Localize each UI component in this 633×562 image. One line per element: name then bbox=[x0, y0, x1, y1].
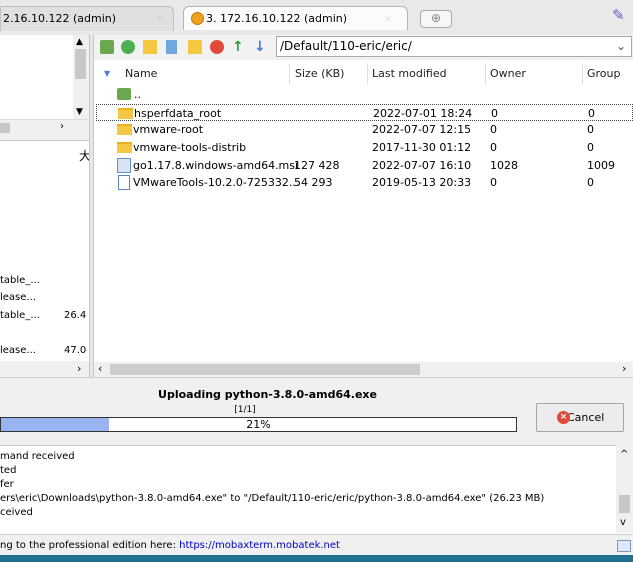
tab-close-icon[interactable]: × bbox=[384, 7, 393, 31]
scroll-thumb[interactable] bbox=[110, 364, 420, 375]
left-vertical-scrollbar[interactable]: ▲ ▼ bbox=[73, 35, 88, 119]
upload-count: [1/1] bbox=[234, 405, 256, 415]
plus-icon: ⊕ bbox=[430, 11, 442, 25]
tab-session-3[interactable]: 3. 172.16.10.122 (admin) × bbox=[183, 6, 408, 30]
progress-percent: 21% bbox=[246, 418, 271, 431]
cancel-icon: × bbox=[557, 411, 570, 424]
download-icon[interactable]: ↓ bbox=[254, 40, 268, 54]
paperclip-icon[interactable]: ✎ bbox=[612, 6, 625, 24]
log-line: ers\eric\Downloads\python-3.8.0-amd64.ex… bbox=[0, 493, 545, 504]
window-bottom-border bbox=[0, 555, 633, 562]
file-list-horizontal-scrollbar[interactable]: ‹ › bbox=[94, 362, 633, 377]
status-text: ng to the professional edition here: bbox=[0, 540, 176, 551]
scroll-down-icon[interactable]: v bbox=[620, 517, 626, 528]
log-line: mand received bbox=[0, 451, 75, 462]
upload-progress-bar: 21% bbox=[0, 417, 517, 432]
parent-dir-icon bbox=[117, 88, 131, 100]
session-icon bbox=[191, 12, 204, 25]
column-divider bbox=[289, 63, 290, 85]
sort-indicator-icon: ▼ bbox=[104, 69, 111, 78]
file-icon bbox=[118, 175, 130, 190]
scroll-right-icon[interactable]: › bbox=[622, 362, 626, 375]
scroll-up-icon[interactable]: ^ bbox=[620, 449, 628, 460]
refresh-icon[interactable] bbox=[121, 40, 135, 54]
new-file-icon[interactable] bbox=[166, 40, 177, 54]
scroll-thumb[interactable] bbox=[75, 49, 86, 79]
column-header-owner[interactable]: Owner bbox=[490, 67, 526, 80]
list-item[interactable]: table_... bbox=[0, 275, 40, 286]
table-row[interactable]: hsperfdata_root 2022-07-01 18:24 0 0 bbox=[96, 104, 633, 121]
table-row[interactable]: vmware-tools-distrib 2017-11-30 01:12 0 … bbox=[96, 139, 633, 156]
scroll-thumb[interactable] bbox=[619, 495, 630, 513]
path-input[interactable]: /Default/110-eric/eric/ ⌄ bbox=[276, 36, 632, 57]
parent-dir-row[interactable]: .. bbox=[96, 86, 633, 103]
column-header-modified[interactable]: Last modified bbox=[372, 67, 447, 80]
scroll-right-icon[interactable]: › bbox=[77, 362, 81, 375]
new-tab-button[interactable]: ⊕ bbox=[420, 10, 452, 28]
left-list-horizontal-scrollbar[interactable]: › bbox=[0, 361, 90, 377]
terminal-log: mand received ted fer ers\eric\Downloads… bbox=[0, 445, 633, 535]
upload-icon[interactable]: ↑ bbox=[232, 40, 246, 54]
column-divider bbox=[367, 63, 368, 85]
folder-icon bbox=[117, 124, 132, 135]
log-line: fer bbox=[0, 479, 14, 490]
table-row[interactable]: vmware-root 2022-07-07 12:15 0 0 bbox=[96, 121, 633, 138]
upload-title: Uploading python-3.8.0-amd64.exe bbox=[158, 388, 377, 401]
scroll-right-icon[interactable]: › bbox=[60, 121, 64, 132]
tab-session-2[interactable]: 2.16.10.122 (admin) × bbox=[0, 6, 174, 31]
go-parent-icon[interactable] bbox=[100, 40, 114, 54]
new-folder-icon[interactable] bbox=[143, 40, 157, 54]
tab-bar: 2.16.10.122 (admin) × 3. 172.16.10.122 (… bbox=[0, 0, 633, 36]
list-item[interactable]: lease... 47.0 bbox=[0, 345, 86, 356]
table-row[interactable]: VMwareTools-10.2.0-725332... 54 293 2019… bbox=[96, 174, 633, 191]
scroll-thumb[interactable] bbox=[0, 123, 10, 133]
column-header-name[interactable]: Name bbox=[125, 67, 157, 80]
column-header-size[interactable]: Size (KB) bbox=[295, 67, 344, 80]
column-divider bbox=[485, 63, 486, 85]
column-header-group[interactable]: Group bbox=[587, 67, 621, 80]
monitor-icon[interactable] bbox=[617, 540, 631, 552]
delete-icon[interactable] bbox=[210, 40, 224, 54]
folder-icon bbox=[118, 108, 133, 119]
column-divider bbox=[582, 63, 583, 85]
log-line: ceived bbox=[0, 507, 33, 518]
scroll-up-icon[interactable]: ▲ bbox=[76, 37, 83, 47]
left-file-list: 大 table_... lease... table_... 26.4 lease… bbox=[0, 140, 91, 361]
status-bar: ng to the professional edition here: htt… bbox=[0, 537, 633, 555]
folder-icon bbox=[117, 142, 132, 153]
tab-label: 2.16.10.122 (admin) bbox=[3, 12, 117, 25]
left-horizontal-scrollbar[interactable]: › bbox=[0, 119, 88, 136]
folder-icon[interactable] bbox=[188, 40, 202, 54]
list-item[interactable]: lease... bbox=[0, 292, 36, 303]
scroll-down-icon[interactable]: ▼ bbox=[76, 107, 83, 117]
scroll-left-icon[interactable]: ‹ bbox=[98, 362, 102, 375]
mobatek-link[interactable]: https://mobaxterm.mobatek.net bbox=[179, 540, 340, 551]
installer-icon bbox=[117, 158, 131, 173]
log-line: ted bbox=[0, 465, 17, 476]
cancel-button[interactable]: × Cancel bbox=[536, 403, 624, 432]
tab-close-icon[interactable]: × bbox=[156, 7, 165, 31]
table-row[interactable]: go1.17.8.windows-amd64.msi 127 428 2022-… bbox=[96, 157, 633, 174]
chevron-down-icon[interactable]: ⌄ bbox=[616, 37, 626, 56]
log-vertical-scrollbar[interactable]: ^ v bbox=[616, 445, 633, 533]
tab-label: 3. 172.16.10.122 (admin) bbox=[206, 12, 348, 25]
list-item[interactable]: table_... 26.4 bbox=[0, 310, 86, 321]
